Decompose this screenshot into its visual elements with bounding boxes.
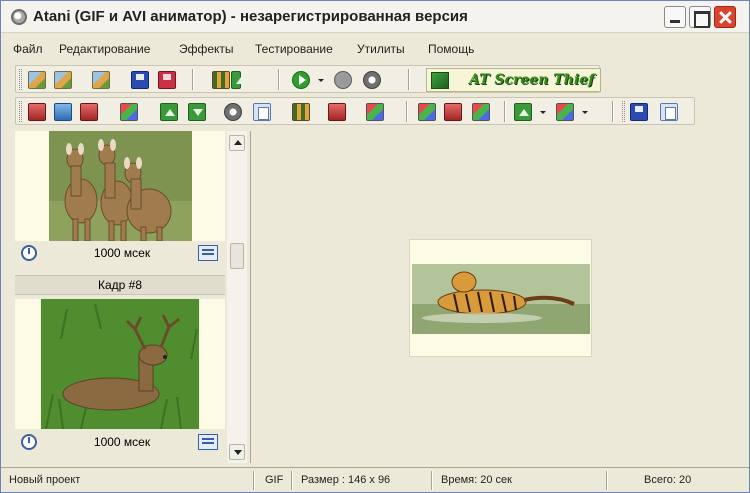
title-bar: Atani (GIF и AVI аниматор) - незарегистр… (1, 1, 749, 33)
deer-herd-image (49, 131, 192, 241)
copy-frames-icon[interactable] (660, 103, 678, 121)
menu-utilities[interactable]: Утилиты (357, 42, 405, 56)
add-frame-icon[interactable] (28, 103, 46, 121)
play-dropdown-icon[interactable] (318, 79, 324, 82)
toolbar-separator (278, 69, 280, 90)
status-total: Всего: 20 (644, 474, 692, 486)
menu-help[interactable]: Помощь (428, 42, 474, 56)
optimize-icon[interactable] (472, 103, 490, 121)
frame-delay-icon[interactable] (224, 103, 242, 121)
scroll-thumb[interactable] (230, 243, 244, 269)
frame-delay: 1000 мсек (93, 246, 151, 260)
preview-frame (409, 239, 592, 357)
frame-thumbnail[interactable] (15, 299, 225, 429)
frame-colors-icon[interactable] (366, 103, 384, 121)
close-button[interactable] (714, 6, 736, 28)
menu-edit[interactable]: Редактирование (59, 42, 150, 56)
insert-frame-icon[interactable] (54, 103, 72, 121)
menu-bar: Файл Редактирование Эффекты Тестирование… (1, 38, 749, 60)
save-as-icon[interactable] (158, 71, 176, 89)
toolbar-separator (192, 69, 194, 90)
resize-icon[interactable] (418, 103, 436, 121)
screen-thief-label: AT Screen Thief (469, 72, 595, 88)
frame-edit-icon[interactable] (198, 434, 218, 450)
menu-testing[interactable]: Тестирование (255, 42, 333, 56)
app-icon[interactable] (11, 9, 27, 25)
save-frame-icon[interactable] (630, 103, 648, 121)
toolbar-separator (408, 69, 410, 90)
maximize-button[interactable] (689, 6, 711, 28)
screen-thief-button[interactable]: AT Screen Thief (426, 68, 601, 92)
frame-delay: 1000 мсек (93, 435, 151, 449)
status-divider (291, 471, 293, 490)
frame-copy-icon[interactable] (328, 103, 346, 121)
palette-dropdown-icon[interactable] (582, 111, 588, 114)
toolbar-separator (406, 101, 408, 122)
status-divider (431, 471, 433, 490)
status-format: GIF (265, 474, 284, 486)
frame-properties-icon[interactable] (253, 103, 271, 121)
preview-area (252, 131, 748, 463)
move-down-icon[interactable] (188, 103, 206, 121)
screen-thief-icon (431, 72, 449, 89)
frame-edit-icon[interactable] (198, 245, 218, 261)
save-icon[interactable] (131, 71, 149, 89)
tiger-image (412, 264, 590, 334)
delay-clock-icon[interactable] (21, 245, 37, 261)
toolbar-grip[interactable] (19, 101, 22, 122)
toolbar-grip[interactable] (19, 69, 22, 90)
main-window: Atani (GIF и AVI аниматор) - незарегистр… (0, 0, 750, 493)
delay-clock-icon[interactable] (21, 434, 37, 450)
export-avi-icon[interactable] (212, 71, 230, 89)
scroll-down-button[interactable] (229, 444, 245, 460)
properties-icon[interactable] (92, 71, 110, 89)
minimize-button[interactable] (664, 6, 686, 28)
status-divider (606, 471, 608, 490)
transition-dropdown-icon[interactable] (540, 111, 546, 114)
window-title: Atani (GIF и AVI аниматор) - незарегистр… (33, 8, 468, 25)
toolbar-separator (612, 101, 614, 122)
crop-icon[interactable] (444, 103, 462, 121)
status-divider (253, 471, 255, 490)
status-size: Размер : 146 x 96 (301, 474, 391, 486)
film-icon[interactable] (292, 103, 310, 121)
open-icon[interactable] (54, 71, 72, 89)
frame-effects-icon[interactable] (120, 103, 138, 121)
frames-panel: 1000 мсек Кадр #8 1000 мсек (9, 131, 251, 463)
toolbar-grip (622, 101, 625, 122)
menu-effects[interactable]: Эффекты (179, 42, 234, 56)
frames-scrollbar[interactable] (227, 131, 247, 463)
delete-frame-icon[interactable] (80, 103, 98, 121)
play-icon[interactable] (292, 71, 310, 89)
frames-toolbar (15, 97, 695, 125)
frame-header: Кадр #8 (15, 275, 225, 295)
toolbar-separator (504, 101, 506, 122)
export-arrow-icon[interactable] (231, 71, 246, 89)
frame-info-bar: 1000 мсек (15, 243, 225, 263)
palette-icon[interactable] (556, 103, 574, 121)
move-up-icon[interactable] (160, 103, 178, 121)
menu-file[interactable]: Файл (13, 42, 43, 56)
transition-icon[interactable] (514, 103, 532, 121)
deer-lying-image (41, 299, 199, 429)
frame-thumbnail[interactable] (15, 131, 225, 241)
settings-icon[interactable] (363, 71, 381, 89)
pause-icon[interactable] (334, 71, 352, 89)
status-time: Время: 20 сек (441, 474, 512, 486)
status-project: Новый проект (9, 474, 81, 486)
frame-info-bar: 1000 мсек (15, 432, 225, 452)
main-toolbar: AT Screen Thief (15, 65, 601, 93)
status-bar: Новый проект GIF Размер : 146 x 96 Время… (1, 467, 749, 492)
scroll-up-button[interactable] (229, 135, 245, 151)
new-project-icon[interactable] (28, 71, 46, 89)
